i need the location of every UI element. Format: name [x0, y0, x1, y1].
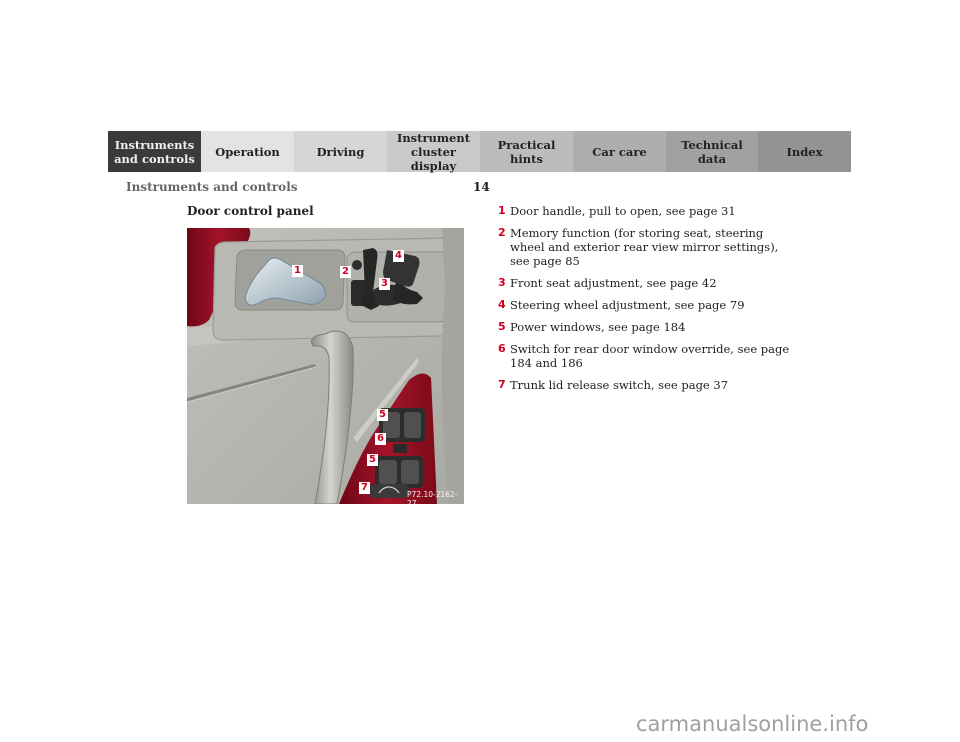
legend-text: Front seat adjustment, see page 42 — [510, 276, 717, 290]
section-title: Door control panel — [187, 204, 314, 218]
tab-car-care[interactable]: Car care — [573, 131, 666, 172]
tab-index[interactable]: Index — [758, 131, 851, 172]
callout-5-rear: 5 — [367, 454, 378, 466]
site-watermark: carmanualsonline.info — [636, 712, 869, 736]
tab-label: cluster display — [410, 144, 457, 173]
memory-button — [352, 260, 362, 270]
tab-label: Index — [786, 144, 823, 159]
tab-label: Car care — [592, 144, 647, 159]
legend-item: 5 Power windows, see page 184 — [498, 320, 798, 334]
legend-item: 3 Front seat adjustment, see page 42 — [498, 276, 798, 290]
legend-number: 1 — [498, 204, 506, 217]
tab-practical-hints[interactable]: Practical hints — [480, 131, 573, 172]
legend-item: 4 Steering wheel adjustment, see page 79 — [498, 298, 798, 312]
legend-item: 1 Door handle, pull to open, see page 31 — [498, 204, 798, 218]
legend-number: 2 — [498, 226, 506, 239]
callout-1: 1 — [292, 265, 303, 277]
legend-text: Switch for rear door window override, se… — [510, 342, 790, 370]
legend-text: Door handle, pull to open, see page 31 — [510, 204, 736, 218]
tab-instrument-cluster-display[interactable]: Instrument cluster display — [387, 130, 480, 173]
door-control-panel-illustration: 1 2 3 4 5 6 5 7 P72.10-2162-27 — [187, 228, 464, 504]
legend-text: Power windows, see page 184 — [510, 320, 686, 334]
legend-text: Trunk lid release switch, see page 37 — [510, 378, 729, 392]
legend-item: 7 Trunk lid release switch, see page 37 — [498, 378, 798, 392]
tab-label: data — [697, 151, 727, 166]
tab-label: Practical hints — [497, 137, 556, 166]
tab-technical-data[interactable]: Technical data — [666, 131, 758, 172]
legend-number: 4 — [498, 298, 506, 311]
tab-label: Instrument — [396, 130, 471, 145]
tab-label: Operation — [215, 144, 280, 159]
callout-3: 3 — [379, 278, 390, 290]
callout-7: 7 — [359, 482, 370, 494]
legend-text: Steering wheel adjustment, see page 79 — [510, 298, 745, 312]
trunk-release-switch — [369, 484, 409, 498]
callout-4: 4 — [393, 250, 404, 262]
tab-label: Driving — [316, 144, 365, 159]
rear-window-override-switch — [393, 444, 407, 453]
tab-operation[interactable]: Operation — [201, 131, 294, 172]
tab-instruments-and-controls[interactable]: Instruments and controls — [108, 131, 201, 172]
tab-driving[interactable]: Driving — [294, 131, 387, 172]
door-illustration-art — [187, 228, 464, 504]
legend-number: 3 — [498, 276, 506, 289]
callout-5-front: 5 — [377, 409, 388, 421]
legend-number: 7 — [498, 378, 506, 391]
callout-2: 2 — [340, 266, 351, 278]
legend-number: 6 — [498, 342, 506, 355]
legend-number: 5 — [498, 320, 506, 333]
tab-label: Technical — [681, 137, 743, 152]
tab-label: Instruments — [114, 137, 195, 152]
legend-item: 2 Memory function (for storing seat, stee… — [498, 226, 798, 268]
callout-legend: 1 Door handle, pull to open, see page 31 … — [498, 204, 798, 400]
tab-label: and controls — [114, 151, 195, 166]
chapter-tabs: Instruments and controls Operation Drivin… — [108, 130, 851, 173]
legend-text: Memory function (for storing seat, steer… — [510, 226, 779, 268]
legend-item: 6 Switch for rear door window override, s… — [498, 342, 798, 370]
figure-code: P72.10-2162-27 — [407, 490, 458, 504]
callout-6: 6 — [375, 433, 386, 445]
page-number: 14 — [473, 180, 490, 194]
running-head: Instruments and controls — [126, 180, 298, 194]
